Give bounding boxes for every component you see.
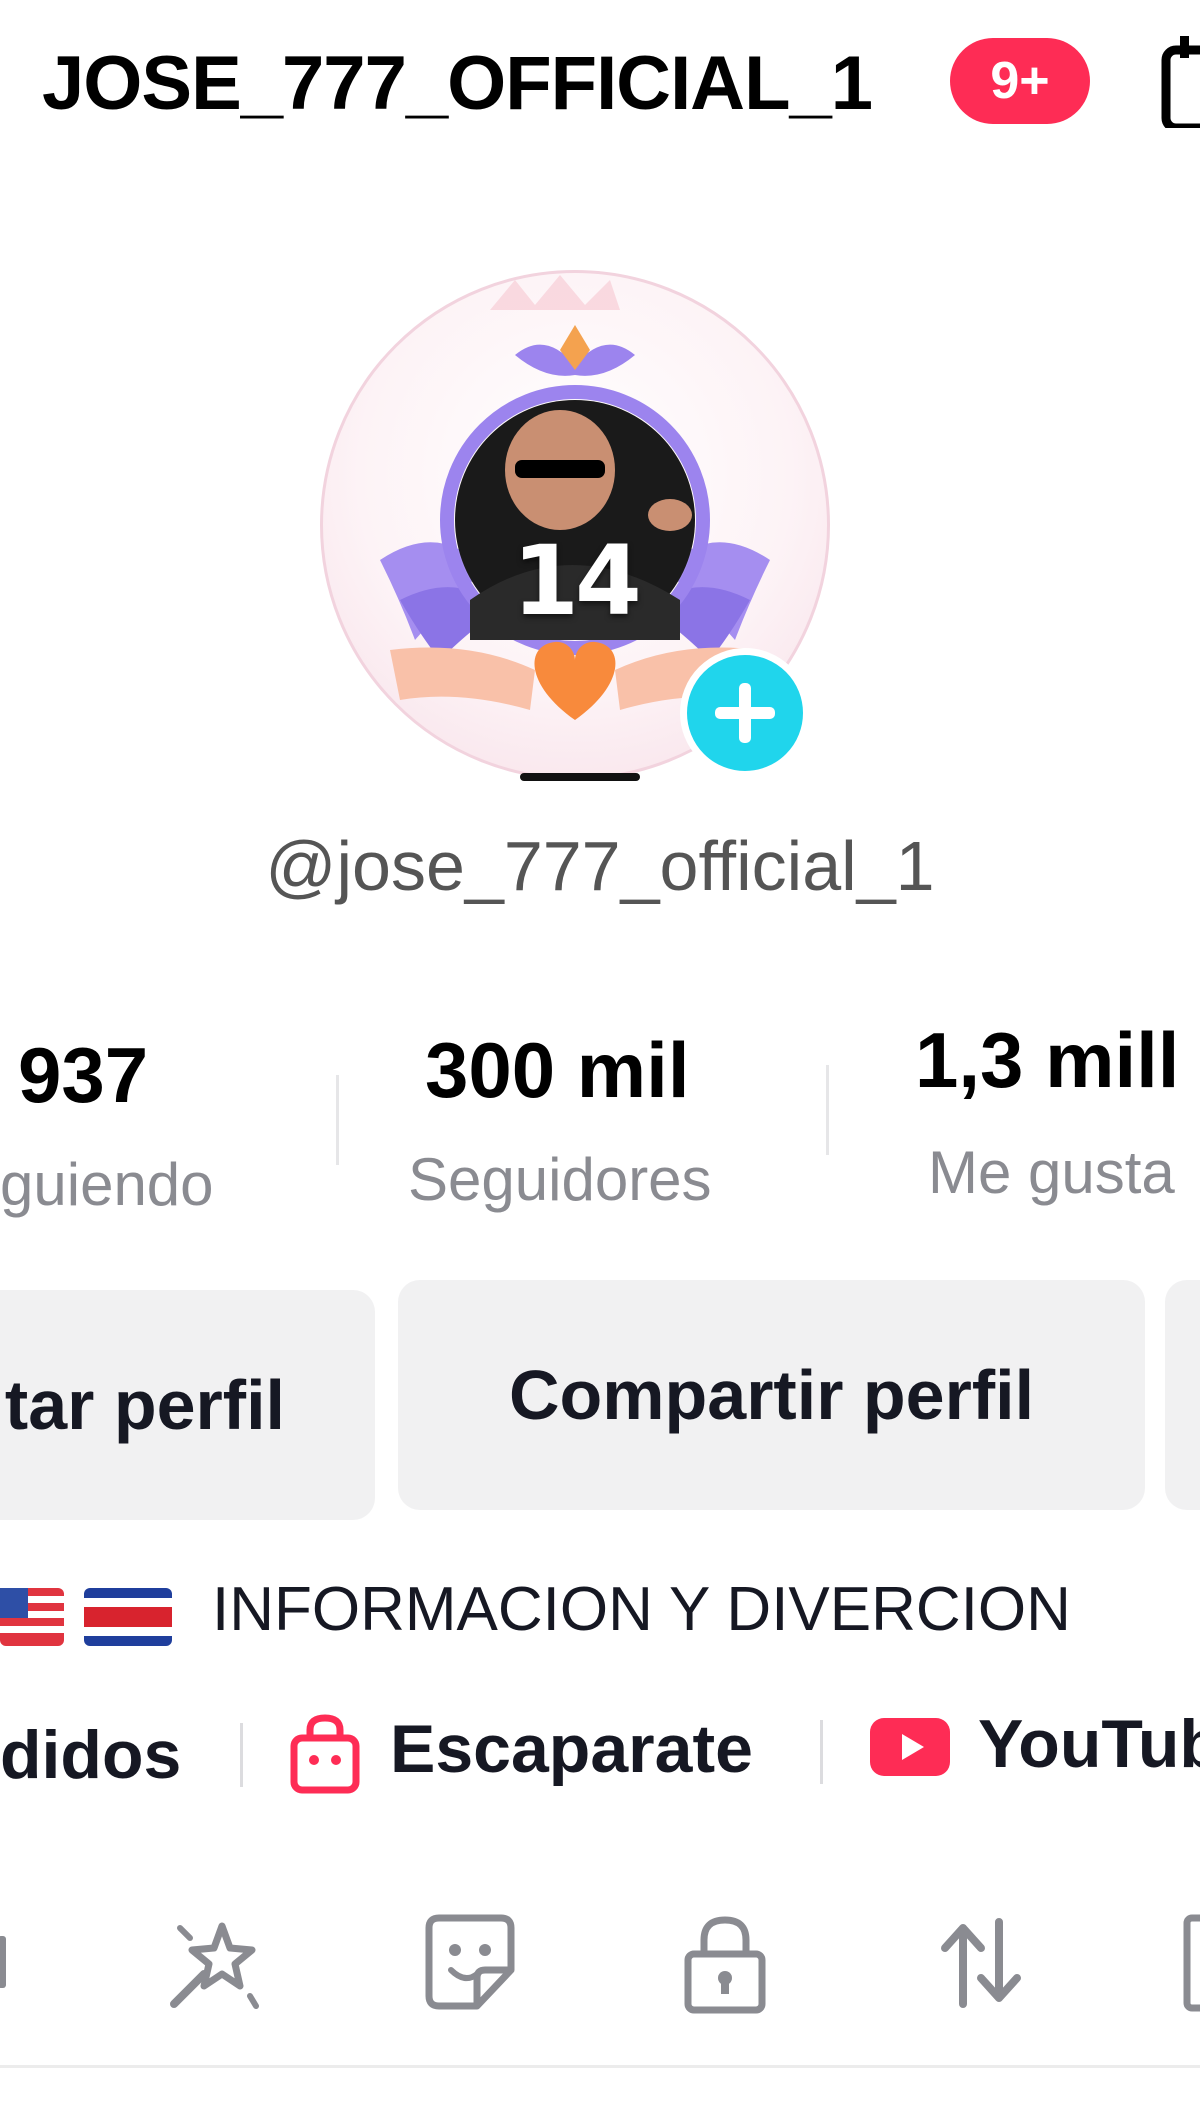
link-storefront-label: Escaparate [390,1711,753,1787]
grid-icon [0,1936,6,1988]
reposts-tab[interactable] [925,1908,1035,2018]
stickers-tab[interactable] [415,1908,525,2018]
videos-tab[interactable] [0,1908,70,2018]
link-youtube-label: YouTub [978,1706,1200,1782]
link-separator [820,1720,823,1784]
stat-divider [826,1065,829,1155]
sticker-icon [425,1914,515,2010]
tab-divider [0,2065,1200,2068]
edit-profile-button[interactable]: tar perfil [0,1290,375,1520]
youtube-icon [870,1718,950,1776]
magic-wand-icon [170,1922,259,2009]
link-orders-label: didos [0,1717,182,1793]
likes-count: 1,3 mill [915,1016,1180,1104]
avatar-underline [520,773,640,781]
more-tab[interactable] [1175,1908,1200,2018]
level-number: 14 [512,525,642,637]
private-tab[interactable] [670,1908,780,2018]
bookmark-icon [1183,1914,1200,2012]
username-handle: @jose_777_official_1 [265,827,935,905]
edit-profile-label: tar perfil [4,1366,285,1444]
shopping-bag-icon [290,1714,360,1794]
bio: INFORMACION Y DIVERCION [0,1570,1200,1660]
add-avatar-button[interactable] [680,648,810,778]
more-button[interactable] [1165,1280,1200,1510]
profile-title: JOSE_777_OFFICIAL_1 [42,41,873,126]
plus-icon [715,683,775,743]
calendar-icon[interactable] [1158,28,1200,133]
link-separator [240,1723,243,1787]
us-flag-icon [0,1588,64,1646]
repost-icon [941,1918,1021,2008]
likes-label: Me gusta [928,1139,1175,1206]
followers-count: 300 mil [425,1026,690,1114]
effects-tab[interactable] [160,1908,270,2018]
notification-badge[interactable]: 9+ [950,38,1090,124]
lock-icon [684,1916,766,2014]
share-profile-button[interactable]: Compartir perfil [398,1280,1145,1510]
share-profile-label: Compartir perfil [508,1356,1035,1434]
following-label: guiendo [0,1151,214,1218]
costa-rica-flag-icon [84,1588,172,1646]
following-count: 937 [18,1031,149,1119]
bio-text: INFORMACION Y DIVERCION [212,1575,1071,1644]
followers-label: Seguidores [408,1146,712,1213]
stat-divider [336,1075,339,1165]
